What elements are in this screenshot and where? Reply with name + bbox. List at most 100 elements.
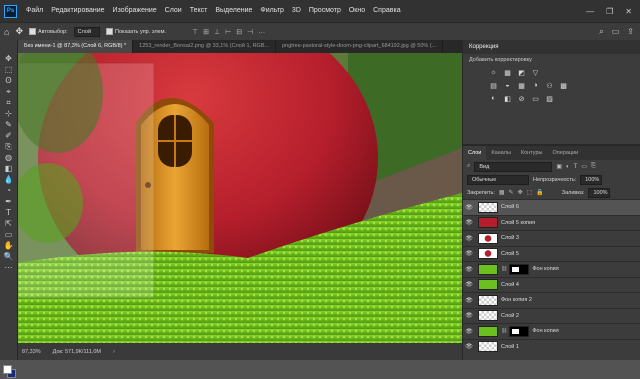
menu-item[interactable]: Изображение	[109, 0, 161, 22]
eye-icon[interactable]: 👁	[463, 204, 475, 211]
more-tools-icon[interactable]: ⋯	[0, 262, 17, 273]
share-icon[interactable]: ⇪	[627, 27, 634, 37]
eye-icon[interactable]: 👁	[463, 312, 475, 319]
lock-artboard-icon[interactable]: ⬚	[527, 189, 533, 196]
eye-icon[interactable]: 👁	[463, 219, 475, 226]
maximize-icon[interactable]: ❐	[606, 7, 613, 16]
zoom-tool-icon[interactable]: 🔍	[0, 251, 17, 262]
layer-name[interactable]: Слой 5 копия	[501, 220, 535, 226]
filter-type-icon[interactable]: T	[574, 164, 578, 170]
layer-name[interactable]: Слой 3	[501, 235, 519, 241]
link-icon[interactable]: ⛓	[501, 328, 507, 334]
layer-name[interactable]: Слой 1	[501, 344, 519, 350]
layer-row[interactable]: 👁 Слой 3	[463, 230, 640, 246]
filter-shape-icon[interactable]: ▭	[581, 163, 587, 170]
eyedropper-tool-icon[interactable]: ⊹	[0, 108, 17, 119]
layers-panel-tab[interactable]: Каналы	[486, 146, 516, 160]
quick-select-tool-icon[interactable]: ⌖	[0, 86, 17, 97]
lock-transparent-icon[interactable]: ▦	[499, 189, 505, 196]
healing-brush-icon[interactable]: ✎	[0, 119, 17, 130]
layer-row[interactable]: 👁 ⛓ Фон копия	[463, 323, 640, 339]
layer-filter-select[interactable]: Вид	[474, 161, 553, 172]
eye-icon[interactable]: 👁	[463, 250, 475, 257]
menu-item[interactable]: Файл	[22, 0, 47, 22]
adjustment-icon[interactable]: ▭	[531, 94, 540, 103]
checkbox-icon[interactable]	[106, 28, 114, 35]
lock-move-icon[interactable]: ✥	[518, 189, 523, 196]
lock-brush-icon[interactable]: ✎	[509, 189, 514, 196]
pen-tool-icon[interactable]: ✒	[0, 196, 17, 207]
layers-panel-tab[interactable]: Слои	[463, 146, 487, 160]
document-canvas[interactable]	[18, 53, 462, 343]
search-icon[interactable]: ⌕	[467, 163, 470, 170]
align-middle-icon[interactable]: ⊞	[203, 28, 209, 36]
opacity-input[interactable]: 100%	[580, 174, 603, 185]
eye-icon[interactable]: 👁	[463, 235, 475, 242]
adjustment-icon[interactable]: ◑	[531, 81, 540, 90]
dodge-tool-icon[interactable]: ◔	[0, 185, 17, 196]
path-select-icon[interactable]: ⇱	[0, 218, 17, 229]
lasso-tool-icon[interactable]: ʘ	[0, 75, 17, 86]
adjustment-icon[interactable]: ▦	[503, 68, 512, 77]
align-left-icon[interactable]: ⊢	[225, 28, 231, 36]
filter-pixel-icon[interactable]: ▣	[556, 163, 562, 170]
align-bottom-icon[interactable]: ⊥	[214, 28, 220, 36]
layer-name[interactable]: Фон копия 2	[501, 297, 532, 303]
close-icon[interactable]: ✕	[625, 7, 632, 16]
layer-name[interactable]: Слой 4	[501, 282, 519, 288]
adjustment-icon[interactable]: ▤	[489, 81, 498, 90]
layer-name[interactable]: Слой 5	[501, 251, 519, 257]
adjustment-icon[interactable]: ◐	[489, 94, 498, 103]
adjustment-icon[interactable]: ☼	[489, 68, 498, 77]
layer-row[interactable]: 👁 Слой 2	[463, 307, 640, 324]
foreground-color[interactable]	[3, 365, 12, 374]
adjustment-icon[interactable]: ▦	[517, 81, 526, 90]
align-center-icon[interactable]: ⊟	[236, 28, 242, 36]
layer-name[interactable]: Фон копия	[532, 328, 558, 334]
adjustment-icon[interactable]: ⊘	[517, 94, 526, 103]
eye-icon[interactable]: 👁	[463, 297, 475, 304]
brush-tool-icon[interactable]: ✐	[0, 130, 17, 141]
adjustment-icon[interactable]: ▽	[531, 68, 540, 77]
blur-tool-icon[interactable]: 💧	[0, 174, 17, 185]
search-icon[interactable]: ⌕	[599, 27, 603, 37]
menu-item[interactable]: Просмотр	[305, 0, 345, 22]
show-transform-controls[interactable]: Показать упр. элем.	[106, 28, 166, 35]
adjustment-icon[interactable]: ⚇	[545, 81, 554, 90]
menu-item[interactable]: Редактирование	[47, 0, 108, 22]
more-options-icon[interactable]: …	[258, 28, 265, 36]
menu-item[interactable]: Слои	[161, 0, 186, 22]
layer-mask-thumbnail[interactable]	[509, 325, 530, 337]
clone-stamp-icon[interactable]: ⎘	[0, 141, 17, 152]
fill-input[interactable]: 100%	[588, 187, 611, 198]
menu-item[interactable]: Выделение	[211, 0, 256, 22]
checkbox-icon[interactable]	[28, 28, 36, 35]
layer-name[interactable]: Слой 6	[501, 204, 519, 210]
align-top-icon[interactable]: ⊤	[192, 28, 198, 36]
adjustment-icon[interactable]: ◒	[503, 81, 512, 90]
layer-row[interactable]: 👁 Фон копия 2	[463, 292, 640, 308]
type-tool-icon[interactable]: T	[0, 207, 17, 218]
layer-name[interactable]: Фон копия	[532, 266, 558, 272]
eye-icon[interactable]: 👁	[463, 328, 475, 335]
eraser-tool-icon[interactable]: ◧	[0, 163, 17, 174]
layer-row[interactable]: 👁 ⛓ Фон копия	[463, 261, 640, 277]
eye-icon[interactable]: 👁	[463, 266, 475, 273]
adjustment-icon[interactable]: ◩	[517, 68, 526, 77]
document-tab[interactable]: 1253_render_Bonsai2.png @ 33,1% (Слой 1,…	[133, 40, 277, 53]
menu-item[interactable]: Окно	[345, 0, 369, 22]
menu-item[interactable]: 3D	[288, 0, 305, 22]
eye-icon[interactable]: 👁	[463, 281, 475, 288]
zoom-level[interactable]: 87,33%	[22, 349, 41, 355]
link-icon[interactable]: ⛓	[501, 266, 507, 272]
adjustment-icon[interactable]: ▨	[545, 94, 554, 103]
shape-tool-icon[interactable]: ▭	[0, 229, 17, 240]
crop-tool-icon[interactable]: ⌗	[0, 97, 17, 108]
adjustment-icon[interactable]: ▩	[559, 81, 568, 90]
layer-mask-thumbnail[interactable]	[509, 263, 530, 275]
menu-item[interactable]: Текст	[186, 0, 212, 22]
layer-row[interactable]: 👁 Слой 4	[463, 276, 640, 293]
marquee-tool-icon[interactable]: ⬚	[0, 64, 17, 75]
blend-mode-select[interactable]: Обычные	[467, 174, 529, 185]
home-icon[interactable]: ⌂	[4, 27, 9, 37]
